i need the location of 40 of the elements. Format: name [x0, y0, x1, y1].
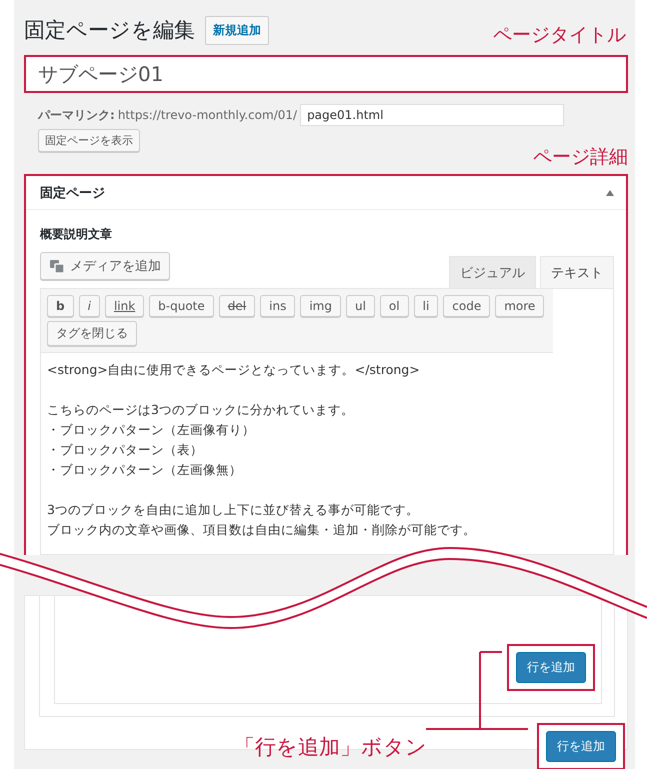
content-line: <strong>自由に使用できるページとなっています。</strong>	[47, 361, 421, 379]
page-heading: 固定ページを編集	[24, 17, 195, 44]
tag-button[interactable]: i	[78, 295, 100, 317]
permalink-url: https://trevo-monthly.com/01/	[118, 108, 298, 122]
editor-tab[interactable]: テキスト	[540, 256, 614, 288]
title-field[interactable]: サブページ01	[24, 55, 628, 93]
tag-button[interactable]: タグを閉じる	[47, 321, 137, 346]
field-label: 概要説明文章	[40, 226, 113, 243]
tag-button[interactable]: li	[414, 295, 438, 317]
content-line: ・ブロックパターン（表）	[47, 441, 204, 459]
slug-field[interactable]: page01.html	[300, 104, 564, 126]
media-icon	[49, 258, 65, 274]
content-line: 3つのブロックを自由に追加し上下に並び替える事が可能です。	[47, 501, 420, 519]
annotation-label: ページ詳細	[533, 145, 628, 170]
content-line: こちらのページは3つのブロックに分かれています。	[47, 401, 355, 419]
add-media-button[interactable]: メディアを追加	[40, 252, 170, 280]
content-line: ・ブロックパターン（左画像無）	[47, 461, 243, 479]
tag-button[interactable]: ul	[346, 295, 375, 317]
editor-tab[interactable]: ビジュアル	[449, 256, 536, 288]
tag-button[interactable]: ins	[260, 295, 296, 317]
add-row-button[interactable]: 行を追加	[516, 652, 586, 683]
content-line: ・ブロックパターン（左画像有り）	[47, 421, 256, 439]
tag-button[interactable]: del	[218, 295, 256, 317]
view-page-button[interactable]: 固定ページを表示	[38, 129, 140, 152]
tag-button[interactable]: link	[104, 295, 144, 317]
tag-button[interactable]: more	[495, 295, 544, 317]
content-line: ブロック内の文章や画像、項目数は自由に編集・追加・削除が可能です。	[47, 521, 477, 539]
permalink-label: パーマリンク:	[38, 106, 115, 124]
annotation-label: 「行を追加」ボタン	[234, 734, 427, 760]
postbox-title: 固定ページ	[40, 184, 105, 202]
text-area[interactable]: <strong>自由に使用できるページとなっています。</strong> こちらのページは3つのブロックに分かれています。 ・ブロックパターン（左画像有り） ・ブロックパターン（表） ・ブロックパターン（左画像無） 3つのブロックを自由に追加し上下に並び替える事が可能です。 ブロック内の文章や画像、項目数は自由に編集・追加・削除が可能です。	[41, 353, 613, 554]
add-row-button[interactable]: 行を追加	[546, 731, 616, 762]
add-new-button[interactable]: 新規追加	[205, 16, 269, 44]
tag-button[interactable]: ol	[380, 295, 409, 317]
tag-button[interactable]: b	[47, 295, 74, 317]
annotation-label: ページタイトル	[493, 23, 626, 48]
toggle-icon[interactable]	[606, 190, 614, 196]
tag-button[interactable]: b-quote	[149, 295, 214, 317]
tag-button[interactable]: img	[300, 295, 341, 317]
tag-button[interactable]: code	[443, 295, 490, 317]
